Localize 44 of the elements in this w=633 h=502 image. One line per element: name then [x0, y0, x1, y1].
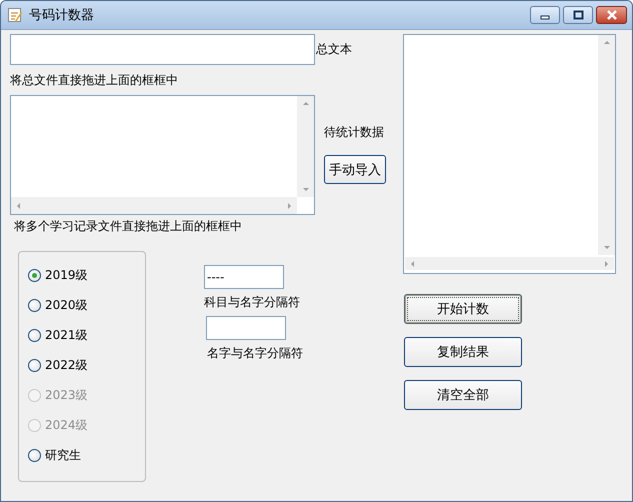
maximize-button[interactable]	[563, 6, 593, 24]
window-title: 号码计数器	[29, 7, 95, 24]
maximize-icon	[572, 10, 584, 20]
records-label: 待统计数据	[324, 124, 385, 141]
radio-label[interactable]: 2021级	[45, 326, 88, 344]
separator-field[interactable]	[206, 316, 286, 340]
result-list[interactable]	[403, 34, 616, 274]
separator-field[interactable]: ----	[204, 265, 284, 289]
records-box[interactable]	[10, 95, 315, 215]
scroll-left-arrow-icon[interactable]	[17, 202, 20, 208]
minimize-button[interactable]	[530, 6, 560, 24]
action-button[interactable]: 开始计数	[404, 294, 522, 324]
separator-label: 科目与名字分隔符	[204, 294, 301, 310]
radio-button[interactable]	[28, 448, 41, 462]
drop-hint: 将多个学习记录文件直接拖进上面的框框中	[14, 218, 243, 234]
scroll-right-arrow-icon[interactable]	[288, 202, 291, 208]
radio-label[interactable]: 2020级	[45, 296, 88, 314]
horizontal-scrollbar[interactable]	[405, 257, 614, 270]
radio-label[interactable]: 研究生	[45, 446, 81, 464]
close-icon	[606, 10, 618, 20]
total-text-field[interactable]	[10, 34, 315, 65]
scroll-up-arrow-icon[interactable]	[604, 41, 610, 44]
separator-label: 名字与名字分隔符	[207, 345, 303, 361]
total-text-label: 总文本	[316, 41, 352, 58]
vertical-scrollbar[interactable]	[598, 35, 615, 255]
action-button[interactable]: 清空全部	[404, 380, 522, 410]
drop-hint: 将总文件直接拖进上面的框框中	[10, 72, 179, 88]
scroll-right-arrow-icon[interactable]	[605, 260, 608, 266]
radio-button[interactable]	[28, 298, 41, 312]
import-button[interactable]: 手动导入	[324, 155, 386, 184]
vertical-scrollbar[interactable]	[297, 96, 314, 197]
notepad-icon	[7, 7, 23, 23]
scroll-up-arrow-icon[interactable]	[302, 102, 308, 105]
scroll-down-arrow-icon[interactable]	[604, 246, 610, 249]
radio-button[interactable]	[28, 268, 41, 282]
action-button[interactable]: 复制结果	[404, 337, 522, 367]
radio-button[interactable]	[28, 328, 41, 342]
horizontal-scrollbar[interactable]	[11, 197, 297, 214]
radio-label[interactable]: 2019级	[45, 266, 88, 284]
radio-label[interactable]: 2022级	[45, 356, 88, 374]
scroll-left-arrow-icon[interactable]	[411, 260, 414, 266]
close-button[interactable]	[596, 6, 627, 24]
radio-button[interactable]	[28, 358, 41, 372]
scroll-down-arrow-icon[interactable]	[302, 188, 308, 191]
